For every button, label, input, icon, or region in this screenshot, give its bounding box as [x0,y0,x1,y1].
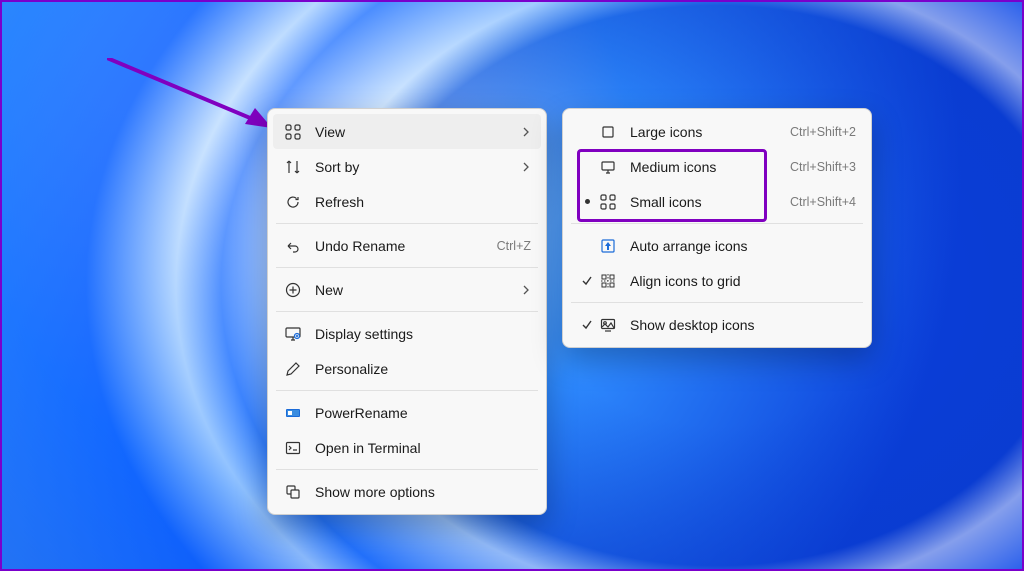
menu-item-undo[interactable]: Undo Rename Ctrl+Z [273,228,541,263]
more-options-icon [283,482,303,502]
menu-label: Auto arrange icons [630,238,856,254]
menu-label: New [315,282,511,298]
menu-item-new[interactable]: New [273,272,541,307]
menu-label: Display settings [315,326,531,342]
powerrename-icon [283,403,303,423]
align-grid-icon [598,271,618,291]
medium-icons-icon [598,157,618,177]
menu-item-powerrename[interactable]: PowerRename [273,395,541,430]
menu-separator [276,311,538,312]
menu-label: Show desktop icons [630,317,856,333]
menu-item-show-more[interactable]: Show more options [273,474,541,509]
menu-item-refresh[interactable]: Refresh [273,184,541,219]
menu-shortcut: Ctrl+Z [497,239,531,253]
checkmark-icon [578,275,596,287]
menu-label: Undo Rename [315,238,487,254]
grid-icon [283,122,303,142]
menu-item-view[interactable]: View [273,114,541,149]
menu-separator [276,223,538,224]
terminal-icon [283,438,303,458]
undo-icon [283,236,303,256]
personalize-icon [283,359,303,379]
menu-label: Open in Terminal [315,440,531,456]
menu-item-sort-by[interactable]: Sort by [273,149,541,184]
annotation-arrow [107,58,272,138]
menu-item-large-icons[interactable]: Large icons Ctrl+Shift+2 [568,114,866,149]
menu-label: Medium icons [630,159,780,175]
menu-shortcut: Ctrl+Shift+3 [790,160,856,174]
menu-label: Sort by [315,159,511,175]
menu-label: Refresh [315,194,531,210]
menu-item-small-icons[interactable]: Small icons Ctrl+Shift+4 [568,184,866,219]
chevron-right-icon [521,127,531,137]
desktop-context-menu: View Sort by Refresh [267,108,547,515]
menu-item-align-grid[interactable]: Align icons to grid [568,263,866,298]
display-settings-icon [283,324,303,344]
menu-item-auto-arrange[interactable]: Auto arrange icons [568,228,866,263]
desktop-icon [598,315,618,335]
radio-selected-icon [578,199,596,204]
chevron-right-icon [521,285,531,295]
sort-icon [283,157,303,177]
large-icons-icon [598,122,618,142]
menu-label: PowerRename [315,405,531,421]
menu-separator [276,390,538,391]
menu-separator [276,469,538,470]
menu-item-display-settings[interactable]: Display settings [273,316,541,351]
menu-item-medium-icons[interactable]: Medium icons Ctrl+Shift+3 [568,149,866,184]
menu-label: Large icons [630,124,780,140]
menu-item-show-desktop-icons[interactable]: Show desktop icons [568,307,866,342]
menu-separator [571,302,863,303]
menu-label: Personalize [315,361,531,377]
auto-arrange-icon [598,236,618,256]
small-icons-icon [598,192,618,212]
menu-label: Show more options [315,484,531,500]
menu-shortcut: Ctrl+Shift+4 [790,195,856,209]
desktop-background: View Sort by Refresh [0,0,1024,571]
menu-item-open-terminal[interactable]: Open in Terminal [273,430,541,465]
menu-separator [276,267,538,268]
refresh-icon [283,192,303,212]
menu-separator [571,223,863,224]
menu-label: View [315,124,511,140]
menu-label: Align icons to grid [630,273,856,289]
view-submenu: Large icons Ctrl+Shift+2 Medium icons Ct… [562,108,872,348]
menu-item-personalize[interactable]: Personalize [273,351,541,386]
menu-shortcut: Ctrl+Shift+2 [790,125,856,139]
plus-circle-icon [283,280,303,300]
menu-label: Small icons [630,194,780,210]
checkmark-icon [578,319,596,331]
chevron-right-icon [521,162,531,172]
